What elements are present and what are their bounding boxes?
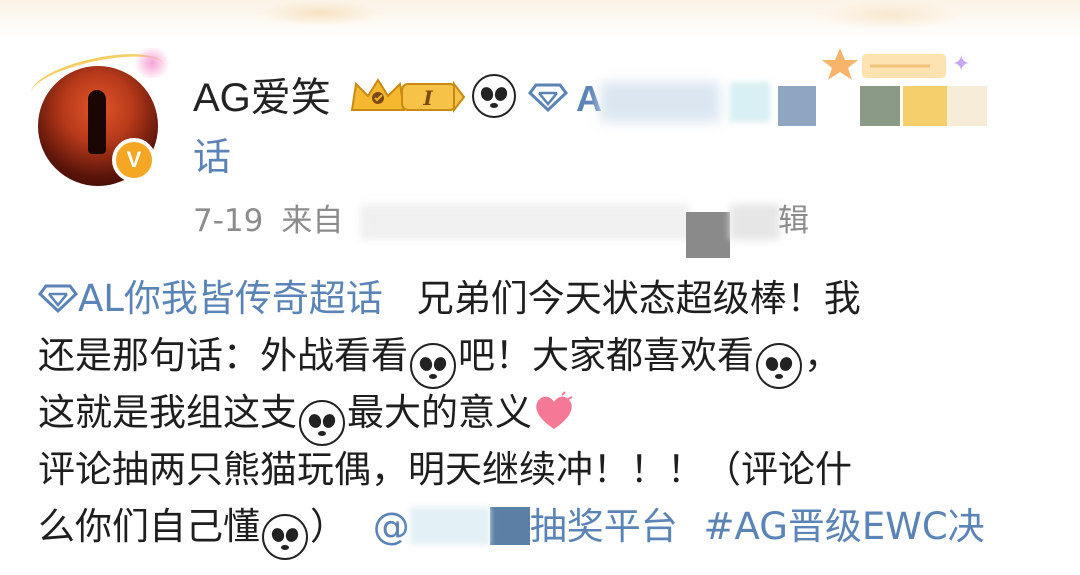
content-line: AL你我皆传奇超话 兄弟们今天状态超级棒！我 (37, 270, 1048, 327)
panda-emoji (410, 335, 456, 389)
heart-emoji (536, 391, 573, 429)
content-line: 评论抽两只熊猫玩偶，明天继续冲！！！（评论什 (38, 441, 1048, 498)
redacted-area (489, 507, 530, 545)
top-decoration (0, 0, 1080, 40)
content-text: 兄弟们今天状态超级棒！我 (416, 277, 861, 320)
panda-emoji (756, 335, 802, 389)
avatar-figure (88, 90, 106, 154)
diamond-supertopic-icon (528, 83, 568, 112)
content-line: 这就是我组这支 最大的意义 (38, 384, 1048, 446)
sparkle-icon: ✦ (952, 52, 971, 77)
content-text: ） (310, 505, 347, 548)
content-text: 这就是我组这支 (38, 391, 297, 434)
post-content: AL你我皆传奇超话 兄弟们今天状态超级棒！我 还是那句话：外战看看 吧！大家都喜欢… (37, 270, 1048, 560)
redacted-area (686, 212, 730, 258)
content-text: 最大的意义 (347, 391, 532, 434)
content-text: 么你们自己懂 (38, 505, 260, 548)
content-line: 还是那句话：外战看看 吧！大家都喜欢看 ， (38, 327, 1048, 389)
content-text: 吧！大家都喜欢看 (458, 334, 754, 377)
panda-emoji (262, 506, 308, 560)
supertopic-label[interactable]: AL你我皆传奇超话 (78, 277, 383, 320)
supertopic-link[interactable]: AL你我皆传奇超话 (37, 277, 395, 320)
redacted-area (903, 86, 947, 126)
post-date: 7-19 (193, 203, 264, 239)
post-source-tail: 辑 (778, 203, 809, 239)
vip-level-text: I (422, 86, 433, 110)
redacted-area (360, 204, 690, 240)
post-meta: 7-19 来自 (193, 200, 343, 242)
hashtag-link[interactable]: #AG晋级EWC决 (704, 505, 985, 548)
author-name[interactable]: AG爱笑 (193, 72, 331, 124)
mention-link[interactable]: @ 抽奖平台 (373, 505, 690, 548)
content-text: ， (804, 334, 841, 377)
diamond-supertopic-icon (37, 284, 79, 314)
verified-v-icon: V (112, 138, 156, 182)
mention-tail[interactable]: 抽奖平台 (530, 505, 678, 548)
content-text: 还是那句话：外战看看 (38, 334, 408, 377)
vip-crown-badge[interactable]: I (348, 76, 466, 116)
redacted-area (778, 86, 816, 126)
redacted-area (730, 204, 780, 240)
redacted-area (409, 507, 490, 545)
supertopic-tail[interactable]: 话 (193, 132, 231, 182)
mention-prefix[interactable]: @ (373, 505, 410, 548)
redacted-area (600, 82, 720, 122)
redacted-area (860, 86, 900, 126)
content-line: 么你们自己懂 ） @ 抽奖平台 #AG晋级EWC决 (38, 498, 1048, 560)
content-text: 评论抽两只熊猫玩偶，明天继续冲！！！（评论什 (38, 448, 852, 491)
redacted-area (947, 86, 987, 126)
panda-emoji (472, 74, 516, 118)
avatar-frame-decoration (132, 48, 172, 78)
supertopic-partial[interactable]: A (576, 78, 602, 120)
post-source-prefix: 来自 (281, 203, 344, 239)
panda-emoji (299, 392, 345, 446)
redacted-area (730, 82, 770, 122)
badge-decoration (822, 48, 946, 80)
